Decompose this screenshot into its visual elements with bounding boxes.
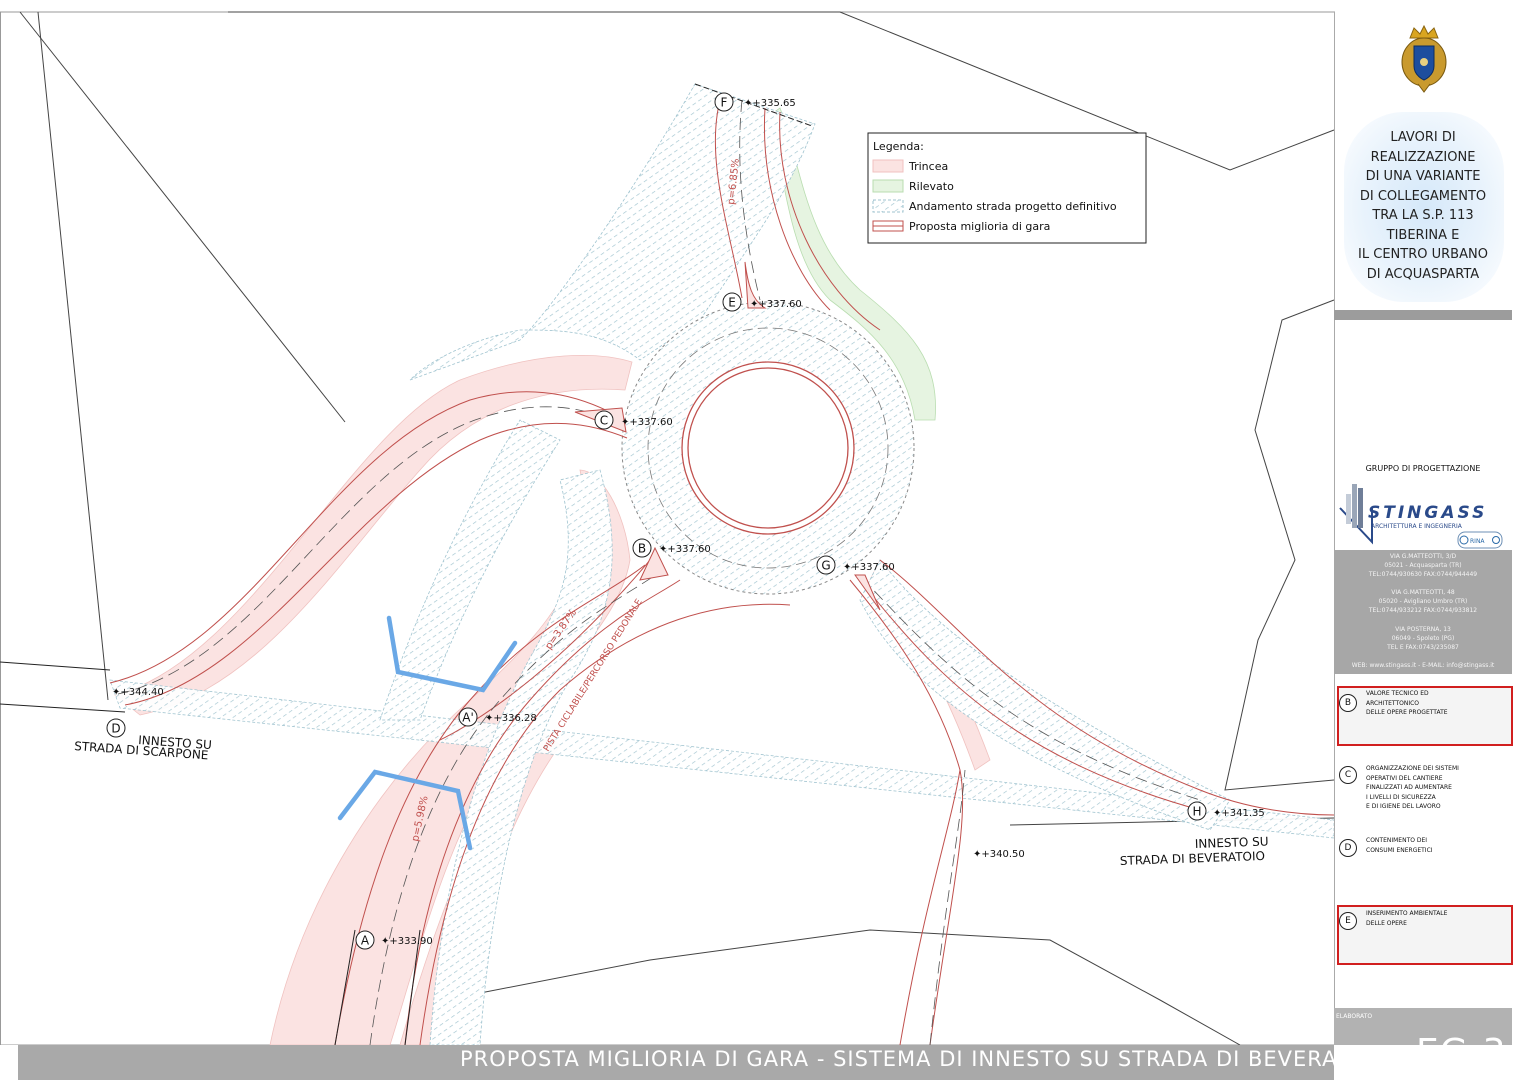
project-title-line-7: IL CENTRO URBANO (1358, 247, 1488, 262)
legend-swatch-rilevato (872, 179, 904, 193)
criterion-c-line: I LIVELLI DI SICUREZZA (1366, 793, 1436, 801)
criterion-c-line: E DI IGIENE DEL LAVORO (1366, 803, 1441, 810)
road-label-beveratoio: INNESTO SU STRADA DI BEVERATOIO (1120, 834, 1269, 868)
legend-label-miglioria: Proposta miglioria di gara (909, 220, 1050, 233)
address-line: TEL E FAX:0743/235087 (1387, 644, 1459, 651)
criterion-e-line: DELLE OPERE (1366, 919, 1407, 927)
criterion-c-line: OPERATIVI DEL CANTIERE (1366, 774, 1443, 782)
criterion-b-letter: B (1339, 694, 1357, 712)
point-h-letter: H (1192, 805, 1201, 819)
point-f-elevation: ✦+335.65 (744, 98, 796, 109)
project-title-line-8: DI ACQUASPARTA (1366, 266, 1480, 282)
address-line: TEL:0744/930630 FAX:0744/944449 (1368, 571, 1478, 578)
cert-badge-text: RINA (1470, 538, 1485, 545)
criterion-d-letter: D (1339, 839, 1357, 857)
panel-divider-bar (1334, 310, 1512, 320)
logo-text: STINGASS (1368, 503, 1487, 523)
point-h-elevation: ✦+341.35 (1213, 808, 1265, 819)
point-b-letter: B (638, 542, 646, 556)
project-title-line-4: DI COLLEGAMENTO (1359, 188, 1487, 204)
point-f-letter: F (721, 96, 728, 110)
project-title-line-6: TIBERINA E (1386, 227, 1460, 243)
legend-label-rilevato: Rilevato (909, 180, 954, 193)
legend-label-definitivo: Andamento strada progetto definitivo (909, 200, 1117, 213)
point-c-elevation: ✦+337.60 (621, 417, 673, 428)
criterion-d-line: CONTENIMENTO DEI (1366, 837, 1428, 844)
point-b-elevation: ✦+337.60 (659, 544, 711, 555)
project-title-line-5: TRA LA S.P. 113 (1372, 208, 1474, 223)
address-line: VIA POSTERNA, 13 (1395, 626, 1451, 633)
logo-subtitle: ARCHITETTURA E INGEGNERIA (1371, 523, 1462, 530)
point-x: ✦+340.50 (973, 849, 1025, 860)
criterion-c-letter: C (1339, 766, 1357, 784)
legend-title: Legenda: (873, 140, 924, 153)
criterion-c-line: ORGANIZZAZIONE DEI SISTEMI (1366, 765, 1459, 772)
point-a-letter: A (361, 934, 370, 948)
point-a-prime-elevation: ✦+336.28 (485, 713, 537, 724)
address-line: 05021 - Acquasparta (TR) (1384, 562, 1462, 569)
point-e-elevation: ✦+337.60 (750, 299, 802, 310)
legend-swatch-trincea (872, 159, 904, 173)
project-title-line-2: REALIZZAZIONE (1370, 149, 1476, 165)
criterion-e-letter: E (1339, 912, 1357, 930)
address-line: TEL:0744/933212 FAX:0744/933812 (1368, 607, 1478, 614)
elaborato-code: EG-3 (1416, 1032, 1507, 1073)
road-label-scarpone: INNESTO SU STRADA DI SCARPONE (74, 733, 212, 762)
point-c-letter: C (600, 414, 608, 428)
address-line: VIA G.MATTEOTTI, 3/D (1389, 553, 1457, 560)
legend-swatch-definitivo (872, 199, 904, 213)
elaborato-label: ELABORATO (1336, 1013, 1373, 1020)
point-g-elevation: ✦+337.60 (843, 562, 895, 573)
stingass-logo: STINGASS RINA (1339, 484, 1503, 549)
criterion-c-text: ORGANIZZAZIONE DEI SISTEMI OPERATIVI DEL… (1366, 764, 1506, 812)
criterion-b-line: ARCHITETTONICO (1366, 699, 1420, 707)
point-d-letter: D (111, 722, 120, 736)
address-line: 06049 - Spoleto (PG) (1391, 635, 1455, 642)
address-line: VIA G.MATTEOTTI, 48 (1391, 589, 1455, 596)
criterion-b-line: DELLE OPERE PROGETTATE (1366, 709, 1448, 716)
point-f: F ✦+335.65 (714, 92, 796, 112)
criterion-d-text: CONTENIMENTO DEI CONSUMI ENERGETICI (1366, 836, 1506, 855)
address-line: 05020 - Avigliano Umbro (TR) (1378, 598, 1468, 605)
point-a-prime-letter: A' (462, 711, 474, 725)
legend: Legenda: Trincea Rilevato Andamento stra… (867, 132, 1147, 244)
project-title-line-3: DI UNA VARIANTE (1365, 169, 1481, 184)
plan-drawing: p=6.85% p=3.87% p=5.98% PISTA CICLABILE/… (0, 11, 1335, 1045)
legend-label-trincea: Trincea (908, 160, 948, 173)
road-label-beveratoio-line2: STRADA DI BEVERATOIO (1120, 849, 1266, 868)
criterion-b-text: VALORE TECNICO ED ARCHITETTONICO DELLE O… (1366, 689, 1506, 718)
point-g-letter: G (821, 559, 830, 573)
criterion-d-line: CONSUMI ENERGETICI (1366, 846, 1433, 854)
point-e-letter: E (728, 296, 736, 310)
criterion-c-line: FINALIZZATI AD AUMENTARE (1366, 784, 1452, 791)
point-e: E ✦+337.60 (722, 292, 802, 312)
sheet-title: PROPOSTA MIGLIORIA DI GARA - SISTEMA DI … (460, 1047, 1392, 1071)
criterion-e-text: INSERIMENTO AMBIENTALE DELLE OPERE (1366, 909, 1506, 928)
point-d-elevation: ✦+344.40 (112, 687, 164, 698)
criterion-b-line: VALORE TECNICO ED (1366, 690, 1429, 697)
web-email-line: WEB: www.stingass.it - E-MAIL: info@stin… (1351, 662, 1495, 669)
design-group-label: GRUPPO DI PROGETTAZIONE (1365, 464, 1481, 473)
municipal-crest-icon (1401, 24, 1447, 93)
point-a-elevation: ✦+333.90 (381, 936, 433, 947)
criterion-e-line: INSERIMENTO AMBIENTALE (1366, 910, 1448, 917)
project-title-line-1: LAVORI DI (1390, 130, 1456, 145)
point-x-elevation: ✦+340.50 (973, 849, 1025, 860)
